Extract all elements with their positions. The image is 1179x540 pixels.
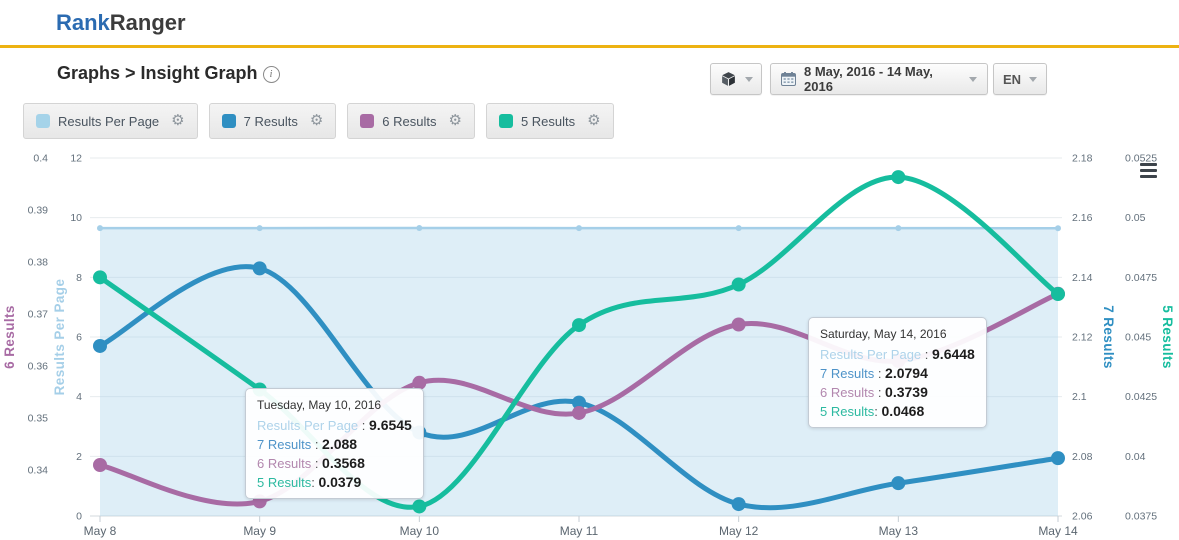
svg-text:0: 0 [76, 511, 82, 523]
svg-text:0.36: 0.36 [28, 361, 49, 373]
svg-text:May 13: May 13 [879, 524, 919, 538]
svg-text:May 12: May 12 [719, 524, 759, 538]
svg-text:0.045: 0.045 [1125, 332, 1151, 344]
svg-text:2.14: 2.14 [1072, 272, 1093, 284]
tooltip-row: Results Per Page : 9.6545 [257, 416, 412, 435]
svg-text:May 10: May 10 [400, 524, 440, 538]
tooltip-row: Results Per Page : 9.6448 [820, 345, 975, 364]
svg-text:May 8: May 8 [84, 524, 117, 538]
svg-text:May 14: May 14 [1038, 524, 1078, 538]
svg-text:0.0375: 0.0375 [1125, 511, 1157, 523]
svg-text:2.08: 2.08 [1072, 451, 1093, 463]
svg-text:2.1: 2.1 [1072, 391, 1087, 403]
svg-text:0.04: 0.04 [1125, 451, 1146, 463]
svg-text:0.35: 0.35 [28, 413, 49, 425]
svg-text:10: 10 [70, 212, 82, 224]
svg-text:6 Results: 6 Results [2, 305, 17, 369]
tooltip-row: 5 Results: 0.0379 [257, 473, 412, 492]
svg-text:0.0425: 0.0425 [1125, 391, 1157, 403]
chart-tooltip-may10: Tuesday, May 10, 2016 Results Per Page :… [245, 388, 424, 499]
svg-text:12: 12 [70, 153, 82, 165]
svg-text:5 Results: 5 Results [1160, 305, 1175, 369]
svg-text:6: 6 [76, 332, 82, 344]
svg-text:8: 8 [76, 272, 82, 284]
chart-tooltip-may14: Saturday, May 14, 2016 Results Per Page … [808, 317, 987, 428]
svg-text:0.0475: 0.0475 [1125, 272, 1157, 284]
tooltip-row: 5 Results: 0.0468 [820, 402, 975, 421]
svg-text:2.18: 2.18 [1072, 153, 1093, 165]
svg-text:2.12: 2.12 [1072, 332, 1093, 344]
tooltip-row: 7 Results : 2.088 [257, 435, 412, 454]
tooltip-date: Saturday, May 14, 2016 [820, 325, 975, 344]
svg-text:Results Per Page: Results Per Page [52, 279, 67, 396]
chart-canvas: May 8 May 9 May 10 May 11 May 12 May 13 May 14… [0, 0, 1179, 540]
svg-text:0.05: 0.05 [1125, 212, 1146, 224]
tooltip-row: 6 Results : 0.3739 [820, 383, 975, 402]
tooltip-date: Tuesday, May 10, 2016 [257, 396, 412, 415]
svg-text:2.06: 2.06 [1072, 511, 1093, 523]
svg-text:0.39: 0.39 [28, 205, 49, 217]
svg-text:2.16: 2.16 [1072, 212, 1093, 224]
svg-text:7 Results: 7 Results [1101, 305, 1116, 369]
svg-text:May 9: May 9 [243, 524, 276, 538]
tooltip-row: 7 Results : 2.0794 [820, 364, 975, 383]
svg-text:0.34: 0.34 [28, 465, 49, 477]
insight-chart[interactable]: May 8 May 9 May 10 May 11 May 12 May 13 May 14… [0, 0, 1179, 540]
svg-text:4: 4 [76, 391, 82, 403]
svg-text:0.4: 0.4 [33, 153, 48, 165]
svg-text:2: 2 [76, 451, 82, 463]
svg-text:0.38: 0.38 [28, 257, 49, 269]
svg-text:0.37: 0.37 [28, 309, 49, 321]
chart-menu-icon[interactable] [1140, 163, 1157, 181]
tooltip-row: 6 Results : 0.3568 [257, 454, 412, 473]
svg-text:May 11: May 11 [560, 524, 599, 538]
